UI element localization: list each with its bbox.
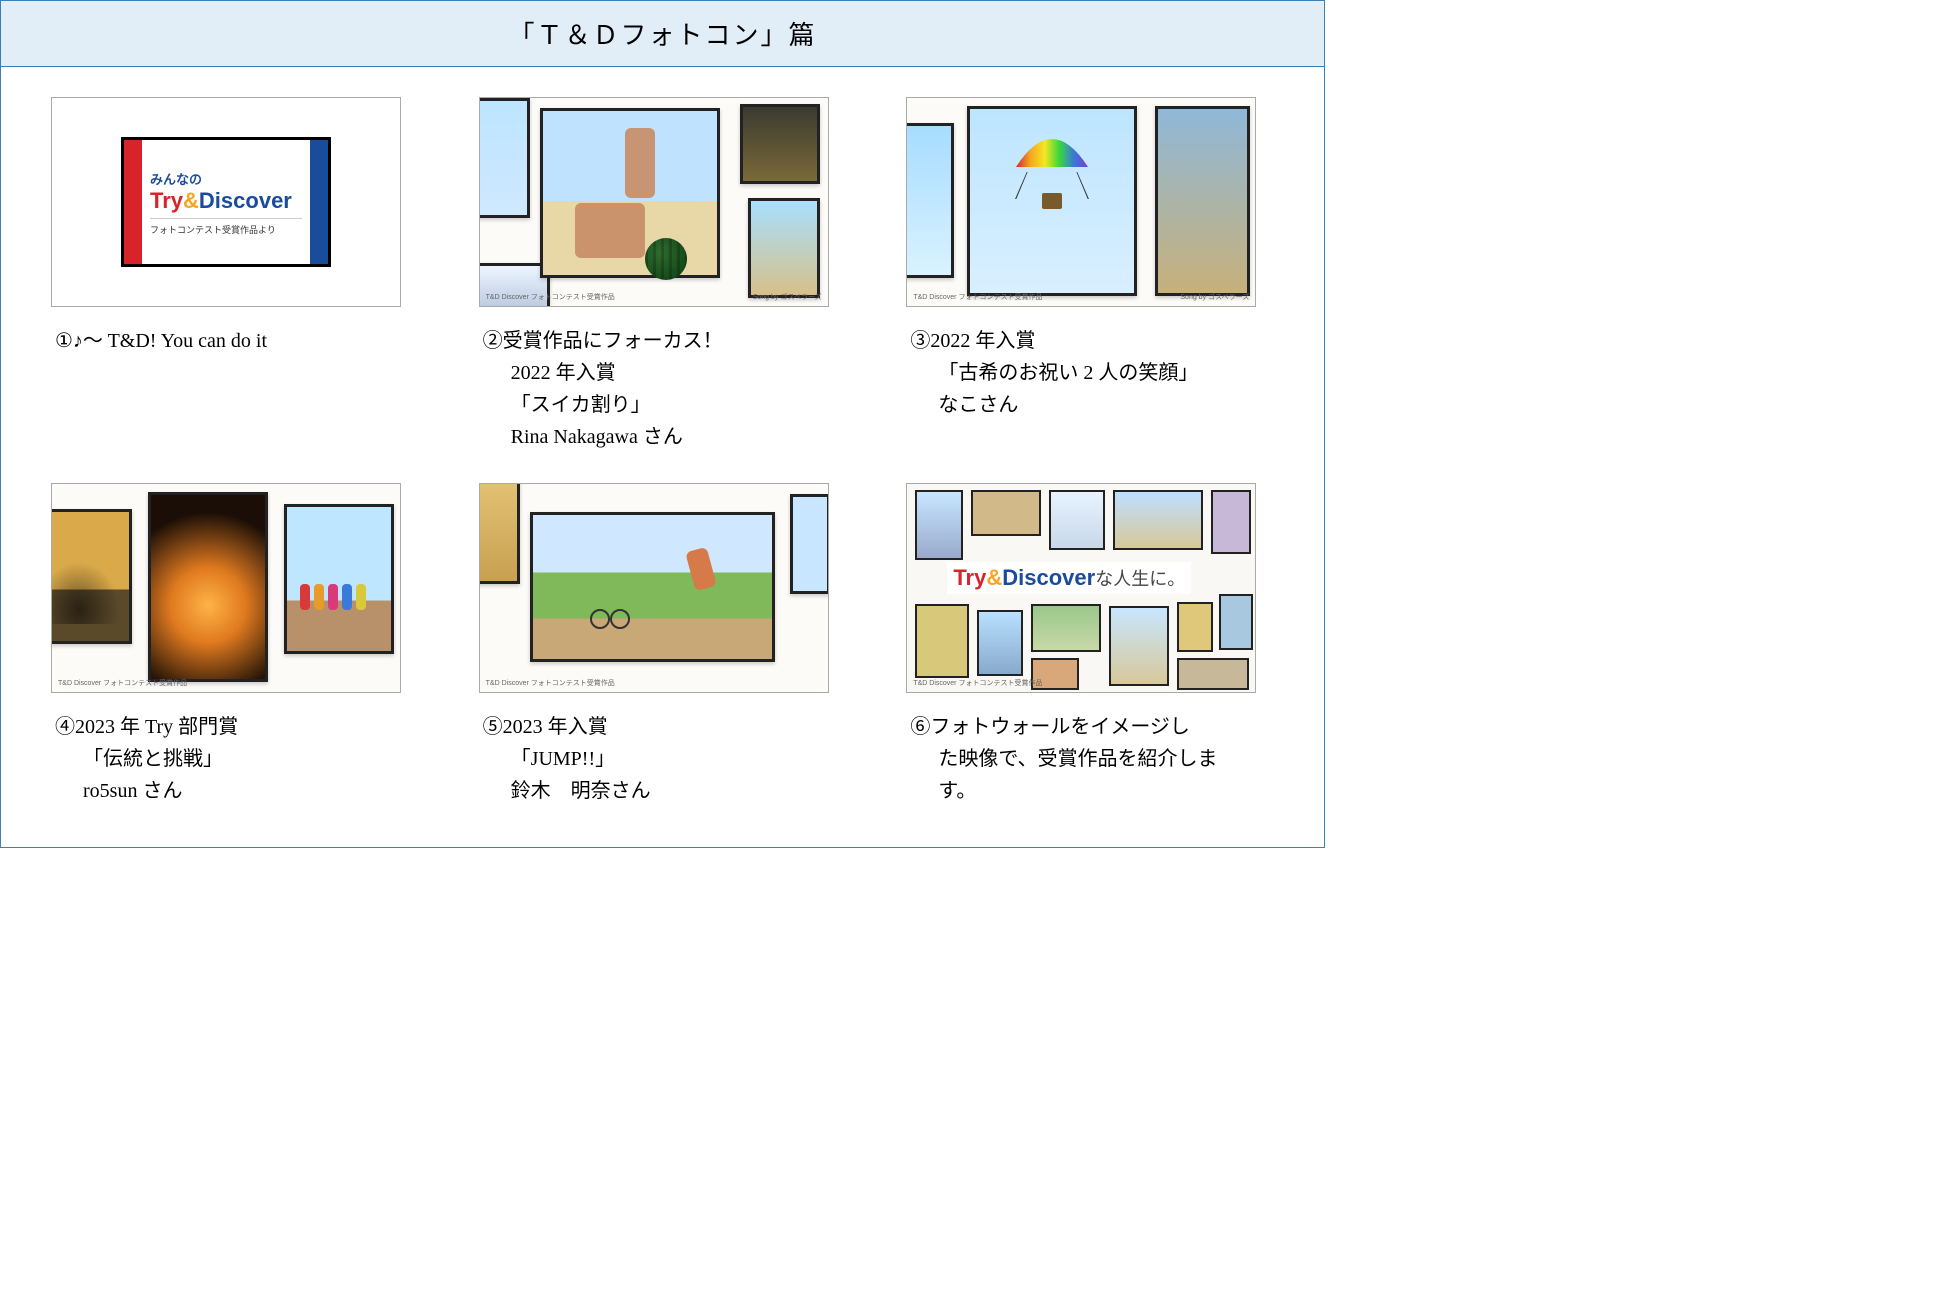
storyboard-panel: 「Ｔ＆Ｄフォトコン」篇 みんなの Try&Discover フォトコンテスト受賞… xyxy=(0,0,1325,848)
caption-4: ④2023 年 Try 部門賞 「伝統と挑戦」 ro5sun さん xyxy=(51,711,419,807)
thumbnail-5: T&D Discover フォトコンテスト受賞作品 xyxy=(479,483,829,693)
watermelon-icon xyxy=(645,238,687,280)
caption-2: ②受賞作品にフォーカス！ 2022 年入賞 「スイカ割り」 Rina Nakag… xyxy=(479,325,847,453)
caption-5: ⑤2023 年入賞 「JUMP!!」 鈴木 明奈さん xyxy=(479,711,847,807)
caption-6: ⑥フォトウォールをイメージし た映像で、受賞作品を紹介しま す。 xyxy=(906,711,1274,807)
credit-text: T&D Discover フォトコンテスト受賞作品 xyxy=(913,678,1042,688)
bicycle-icon xyxy=(590,599,630,625)
fire-photo-icon xyxy=(148,492,268,682)
thumbnail-6: Try&Discoverな人生に。 T&D Discover フォトコンテスト受… xyxy=(906,483,1256,693)
parachute-icon xyxy=(1012,126,1092,176)
thumbnail-3: T&D Discover フォトコンテスト受賞作品 Song by ゴスペラーズ xyxy=(906,97,1256,307)
storyboard-cell: T&D Discover フォトコンテスト受賞作品 Song by ゴスペラーズ… xyxy=(479,97,847,453)
logo-card: みんなの Try&Discover フォトコンテスト受賞作品より xyxy=(121,137,331,267)
thumbnail-1: みんなの Try&Discover フォトコンテスト受賞作品より xyxy=(51,97,401,307)
logo-brand: Try&Discover xyxy=(150,190,302,212)
credit-text: Song by ゴスペラーズ xyxy=(1180,292,1249,302)
logo-line3: フォトコンテスト受賞作品より xyxy=(150,218,302,236)
people-icon xyxy=(575,203,645,258)
logo-line1: みんなの xyxy=(150,169,302,188)
thumbnail-2: T&D Discover フォトコンテスト受賞作品 Song by ゴスペラーズ xyxy=(479,97,829,307)
child-icon xyxy=(625,128,655,198)
children-icon xyxy=(300,584,366,610)
brand-banner: Try&Discoverな人生に。 xyxy=(947,562,1191,594)
caption-3: ③2022 年入賞 「古希のお祝い 2 人の笑顔」 なこさん xyxy=(906,325,1274,421)
credit-text: T&D Discover フォトコンテスト受賞作品 xyxy=(486,678,615,688)
credit-text: T&D Discover フォトコンテスト受賞作品 xyxy=(58,678,187,688)
storyboard-grid: みんなの Try&Discover フォトコンテスト受賞作品より ①♪～ T&D… xyxy=(1,67,1324,847)
parasail-basket-icon xyxy=(1042,193,1062,209)
storyboard-cell: T&D Discover フォトコンテスト受賞作品 ⑤2023 年入賞 「JUM… xyxy=(479,483,847,807)
credit-text: T&D Discover フォトコンテスト受賞作品 xyxy=(486,292,615,302)
credit-text: T&D Discover フォトコンテスト受賞作品 xyxy=(913,292,1042,302)
caption-1: ①♪～ T&D! You can do it xyxy=(51,325,419,357)
storyboard-cell: みんなの Try&Discover フォトコンテスト受賞作品より ①♪～ T&D… xyxy=(51,97,419,453)
credit-text: Song by ゴスペラーズ xyxy=(753,292,822,302)
storyboard-cell: T&D Discover フォトコンテスト受賞作品 ④2023 年 Try 部門… xyxy=(51,483,419,807)
panel-title: 「Ｔ＆Ｄフォトコン」篇 xyxy=(1,1,1324,67)
storyboard-cell: T&D Discover フォトコンテスト受賞作品 Song by ゴスペラーズ… xyxy=(906,97,1274,453)
storyboard-cell: Try&Discoverな人生に。 T&D Discover フォトコンテスト受… xyxy=(906,483,1274,807)
thumbnail-4: T&D Discover フォトコンテスト受賞作品 xyxy=(51,483,401,693)
